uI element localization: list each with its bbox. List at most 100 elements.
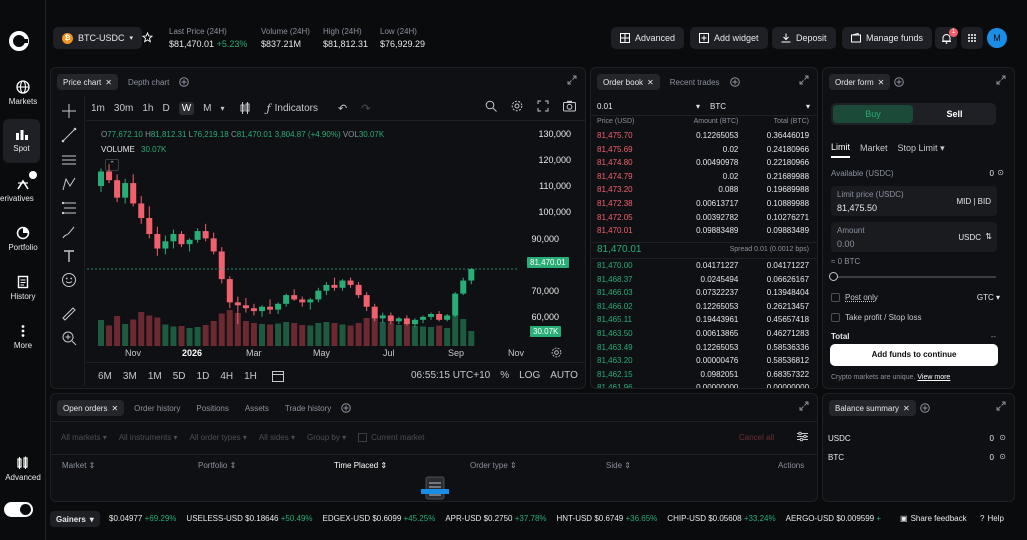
tab-balance-summary[interactable]: Balance summary ✕ (829, 400, 916, 416)
close-icon[interactable]: ✕ (903, 404, 910, 413)
text-tool-icon[interactable] (61, 248, 77, 264)
ticker-item[interactable]: HNT-USD $0.6749 +36.65% (557, 514, 658, 523)
crosshair-icon[interactable] (61, 103, 77, 119)
nav-more[interactable]: More (0, 324, 46, 350)
brush-icon[interactable] (61, 224, 77, 240)
emoji-icon[interactable] (61, 272, 77, 288)
bid-row[interactable]: 81,463.20 0.00000476 0.58536812 (597, 356, 809, 370)
nav-portfolio[interactable]: Portfolio (0, 226, 46, 252)
zoom-in-icon[interactable] (61, 330, 77, 346)
ask-row[interactable]: 81,472.38 0.00613717 0.10889988 (597, 199, 809, 213)
tab-depth-chart[interactable]: Depth chart (122, 74, 175, 90)
bid-row[interactable]: 81,466.02 0.12265053 0.26213457 (597, 302, 809, 316)
bid-row[interactable]: 81,465.11 0.19443961 0.45657418 (597, 315, 809, 329)
undo-icon[interactable]: ↶ (338, 102, 347, 115)
filter-sides[interactable]: All sides ▾ (259, 433, 295, 442)
range-1H[interactable]: 1H (244, 371, 257, 382)
tab-recent-trades[interactable]: Recent trades (664, 74, 726, 90)
tab-order-book[interactable]: Order book ✕ (597, 74, 660, 90)
info-icon[interactable]: ⊙ (999, 433, 1006, 442)
star-icon[interactable] (142, 32, 153, 43)
tab-assets[interactable]: Assets (239, 400, 275, 416)
tab-trade-history[interactable]: Trade history (279, 400, 337, 416)
expand-icon[interactable] (996, 75, 1006, 85)
log-toggle[interactable]: LOG (519, 370, 540, 381)
current-market-checkbox[interactable] (358, 433, 368, 442)
utc-clock[interactable]: 06:55:15 UTC+10 (411, 370, 490, 381)
fib-icon[interactable] (61, 200, 77, 216)
add-tab-icon[interactable] (729, 77, 740, 87)
bid-row[interactable]: 81,461.96 0.00000000 0.00000000 (597, 383, 809, 388)
advanced-button[interactable]: Advanced (611, 27, 685, 49)
ticker-item[interactable]: USELESS-USD $0.18646 +50.49% (186, 514, 312, 523)
col-market[interactable]: Market ⇕ (62, 461, 95, 470)
ask-row[interactable]: 81,470.01 0.09883489 0.09883489 (597, 226, 809, 240)
buy-tab[interactable]: Buy (833, 105, 913, 123)
expand-icon[interactable] (567, 75, 577, 85)
tab-price-chart[interactable]: Price chart ✕ (57, 74, 118, 90)
expand-icon[interactable] (799, 75, 809, 85)
ask-row[interactable]: 81,472.05 0.00392782 0.10276271 (597, 213, 809, 227)
sell-tab[interactable]: Sell (915, 105, 994, 123)
filter-markets[interactable]: All markets ▾ (61, 433, 107, 442)
add-widget-button[interactable]: Add widget (690, 27, 768, 49)
close-icon[interactable]: ✕ (111, 404, 118, 413)
ticker-item[interactable]: CHIP-USD $0.05608 +33.24% (667, 514, 775, 523)
filter-group-by[interactable]: Group by ▾ (307, 433, 346, 442)
col-side[interactable]: Side ⇕ (606, 461, 631, 470)
bid-row[interactable]: 81,470.00 0.04171227 0.04171227 (597, 261, 809, 275)
close-icon[interactable]: ✕ (878, 78, 885, 87)
col-time-placed[interactable]: Time Placed ⇕ (334, 461, 387, 470)
range-4H[interactable]: 4H (220, 371, 233, 382)
amount-slider[interactable] (829, 272, 996, 281)
settings-icon[interactable] (511, 100, 523, 112)
bid-row[interactable]: 81,468.37 0.0245494 0.06626167 (597, 275, 809, 289)
avatar[interactable]: M (987, 28, 1007, 48)
ask-row[interactable]: 81,473.20 0.088 0.19689988 (597, 185, 809, 199)
trendline-icon[interactable] (61, 127, 77, 143)
pattern-icon[interactable] (61, 176, 77, 192)
range-1D[interactable]: 1D (197, 371, 210, 382)
refresh-icon[interactable]: ⊙ (997, 168, 1004, 177)
add-tab-icon[interactable] (919, 403, 930, 413)
gainers-select[interactable]: Gainers ▾ (50, 511, 100, 527)
candle-type-icon[interactable] (239, 102, 251, 114)
amount-unit[interactable]: USDC (958, 233, 981, 242)
tab-open-orders[interactable]: Open orders ✕ (57, 400, 125, 416)
compare-icon[interactable] (485, 100, 497, 112)
filter-instruments[interactable]: All instruments ▾ (119, 433, 178, 442)
ticker-item[interactable]: $0.04977 +69.29% (109, 514, 176, 523)
bid-row[interactable]: 81,463.50 0.00613865 0.46271283 (597, 329, 809, 343)
bid-row[interactable]: 81,466.03 0.07322237 0.13948404 (597, 288, 809, 302)
tick-size-select[interactable]: 0.01 ▾ (597, 99, 700, 113)
range-6M[interactable]: 6M (98, 371, 112, 382)
advanced-toggle[interactable] (4, 502, 33, 517)
range-5D[interactable]: 5D (173, 371, 186, 382)
type-market[interactable]: Market (860, 143, 888, 157)
tab-order-form[interactable]: Order form ✕ (829, 74, 891, 90)
view-more-link[interactable]: View more (917, 374, 950, 381)
candlestick-chart[interactable] (87, 122, 519, 346)
help-link[interactable]: ? Help (980, 514, 1004, 523)
auto-toggle[interactable]: AUTO (550, 370, 578, 381)
nav-history[interactable]: History (0, 275, 46, 301)
camera-icon[interactable] (563, 100, 576, 112)
tp-sl-checkbox[interactable] (831, 313, 840, 322)
amount-field[interactable]: Amount 0.00 USDC ⇅ (831, 222, 997, 252)
horizontal-lines-icon[interactable] (61, 152, 77, 168)
percent-toggle[interactable]: % (500, 370, 509, 381)
tf-30m[interactable]: 30m (114, 103, 133, 114)
limit-price-value[interactable]: 81,475.50 (837, 203, 877, 213)
ruler-icon[interactable] (61, 306, 77, 322)
range-3M[interactable]: 3M (123, 371, 137, 382)
ask-row[interactable]: 81,474.80 0.00490978 0.22180966 (597, 158, 809, 172)
add-tab-icon[interactable] (894, 77, 905, 87)
filter-order-types[interactable]: All order types ▾ (190, 433, 247, 442)
nav-spot[interactable]: Spot (3, 119, 40, 163)
tab-order-history[interactable]: Order history (128, 400, 186, 416)
nav-markets[interactable]: Markets (0, 80, 46, 106)
chevron-down-icon[interactable]: ▾ (221, 104, 225, 113)
tf-W[interactable]: W (178, 101, 195, 115)
add-funds-button[interactable]: Add funds to continue (830, 344, 998, 366)
post-only-checkbox[interactable] (831, 293, 840, 302)
